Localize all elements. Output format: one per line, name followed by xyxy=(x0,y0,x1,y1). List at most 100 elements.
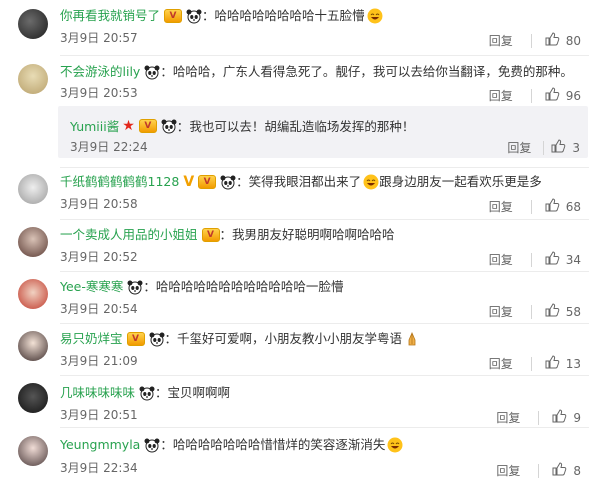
comment-item: Yee-寒寒寒 ： 哈哈哈哈哈哈哈哈哈哈哈哈一脸懵 3月9日 20:54 回复 … xyxy=(0,272,597,324)
reply-button[interactable]: 回复 xyxy=(489,305,513,319)
panda-badge-icon xyxy=(220,174,236,190)
like-button[interactable] xyxy=(544,197,560,216)
like-button[interactable] xyxy=(551,461,567,480)
sub-reply-username[interactable]: Yumiii酱 xyxy=(70,116,119,135)
comment-colon: ： xyxy=(160,437,173,452)
panda-badge-icon xyxy=(149,331,165,347)
comment-item: 不会游泳的lily ： 哈哈哈，广东人看得急死了。靓仔，我可以去给你当翻译，免费… xyxy=(0,56,597,168)
vip-badge-icon: V xyxy=(138,118,157,133)
panda-badge-icon xyxy=(127,279,143,295)
comment-colon: ： xyxy=(202,8,215,23)
comment-text: 哈哈哈哈哈哈哈哈十五脸懵 xyxy=(214,8,365,23)
comment-date: 3月9日 20:54 xyxy=(60,302,138,316)
like-count: 9 xyxy=(573,410,581,425)
comment-colon: ： xyxy=(155,385,168,400)
sub-reply-text: 我也可以去！胡编乱造临场发挥的那种！ xyxy=(189,119,415,134)
reply-button[interactable]: 回复 xyxy=(489,89,513,103)
username[interactable]: 千纸鹤鹤鹤鹤鹤1128 xyxy=(60,174,179,190)
comment-text: 哈哈哈，广东人看得急死了。靓仔，我可以去给你当翻译，免费的那种。 xyxy=(172,64,573,79)
comment-colon: ： xyxy=(164,331,178,346)
reply-button[interactable]: 回复 xyxy=(489,200,513,214)
comment-date: 3月9日 20:58 xyxy=(60,197,138,211)
vip-badge-icon: V xyxy=(201,228,220,242)
like-count: 34 xyxy=(565,252,581,267)
action-divider xyxy=(530,199,532,214)
action-divider xyxy=(543,140,545,155)
comment-text: 千玺好可爱啊，小朋友教小小朋友学粤语 xyxy=(177,331,403,346)
vip-badge-icon: V xyxy=(198,175,217,189)
comment-item: 你再看我就销号了 V ： 哈哈哈哈哈哈哈哈十五脸懵 3月9日 20:57 回复 … xyxy=(0,0,597,56)
comment-colon: ： xyxy=(219,227,233,242)
action-divider xyxy=(538,463,540,478)
comment-item: 千纸鹤鹤鹤鹤鹤1128 V V ： 笑得我眼泪都出来了 跟身边朋友一起看欢乐更是… xyxy=(0,168,597,220)
username[interactable]: 你再看我就销号了 xyxy=(60,8,160,24)
like-button[interactable] xyxy=(544,354,560,373)
like-button[interactable] xyxy=(544,302,560,321)
like-count: 8 xyxy=(573,463,581,478)
panda-badge-icon xyxy=(144,64,160,80)
comment-text: 笑得我眼泪都出来了 xyxy=(248,174,362,189)
reply-button[interactable]: 回复 xyxy=(489,253,513,267)
reply-button[interactable]: 回复 xyxy=(496,411,520,425)
comment-text: 哈哈哈哈哈哈哈哈哈哈哈哈一脸懵 xyxy=(155,279,344,294)
laugh-emoji-icon xyxy=(363,174,379,190)
avatar[interactable] xyxy=(18,174,48,204)
reply-button[interactable]: 回复 xyxy=(489,34,513,48)
action-divider xyxy=(530,33,532,48)
username[interactable]: 不会游泳的lily xyxy=(60,64,140,80)
comment-date: 3月9日 20:52 xyxy=(60,250,138,264)
username[interactable]: 易只奶烊宝 xyxy=(60,331,123,347)
action-divider xyxy=(530,304,532,319)
username[interactable]: 几味味味味味 xyxy=(60,385,135,401)
vip-badge-icon: V xyxy=(164,9,183,23)
sub-reply-box: Yumiii酱 ★ V ： 我也可以去！胡编乱造临场发挥的那种！ 3月9日 22… xyxy=(58,106,588,158)
laugh-emoji-icon xyxy=(387,437,403,453)
comment-colon: ： xyxy=(236,174,249,189)
vip-badge-icon: V xyxy=(126,332,145,346)
like-button[interactable] xyxy=(544,250,560,269)
comment-text: 我男朋友好聪明啊哈啊哈哈哈 xyxy=(232,227,395,242)
comment-text: 宝贝啊啊啊 xyxy=(167,385,231,400)
pray-emoji-icon xyxy=(404,331,420,347)
reply-button[interactable]: 回复 xyxy=(496,464,520,478)
verified-v-icon: V xyxy=(183,174,195,190)
action-divider xyxy=(538,410,540,425)
like-button[interactable] xyxy=(544,31,560,50)
laugh-emoji-icon xyxy=(367,8,383,24)
comment-item: 几味味味味味 ： 宝贝啊啊啊 3月9日 20:51 回复 9 xyxy=(0,376,597,428)
comment-colon: ： xyxy=(176,119,190,134)
like-count: 58 xyxy=(565,304,581,319)
avatar[interactable] xyxy=(18,383,48,413)
comment-date: 3月9日 20:53 xyxy=(60,86,138,100)
username[interactable]: Yeungmmyla xyxy=(60,437,140,453)
username[interactable]: 一个卖成人用品的小姐姐 xyxy=(60,227,198,243)
comment-date: 3月9日 21:09 xyxy=(60,354,138,368)
comment-colon: ： xyxy=(143,279,156,294)
avatar[interactable] xyxy=(18,279,48,309)
comment-colon: ： xyxy=(160,64,173,79)
username[interactable]: Yee-寒寒寒 xyxy=(60,279,123,295)
avatar[interactable] xyxy=(18,64,48,94)
avatar[interactable] xyxy=(18,9,48,39)
avatar[interactable] xyxy=(18,436,48,466)
action-divider xyxy=(530,88,532,103)
sub-reply-date: 3月9日 22:24 xyxy=(70,140,148,154)
comment-date: 3月9日 22:34 xyxy=(60,461,138,475)
avatar[interactable] xyxy=(18,331,48,361)
like-count: 80 xyxy=(565,33,581,48)
like-button[interactable] xyxy=(551,408,567,427)
like-button[interactable] xyxy=(544,86,560,105)
comment-item: 一个卖成人用品的小姐姐 V ： 我男朋友好聪明啊哈啊哈哈哈 3月9日 20:52… xyxy=(0,220,597,272)
comment-date: 3月9日 20:51 xyxy=(60,408,138,422)
like-count: 96 xyxy=(565,88,581,103)
avatar[interactable] xyxy=(18,227,48,257)
panda-badge-icon xyxy=(161,118,177,134)
star-badge-icon: ★ xyxy=(122,117,135,134)
like-button[interactable] xyxy=(550,138,566,157)
panda-badge-icon xyxy=(186,8,202,24)
reply-button[interactable]: 回复 xyxy=(507,139,531,156)
panda-badge-icon xyxy=(144,437,160,453)
like-count: 3 xyxy=(572,140,580,155)
comment-item: 易只奶烊宝 V ： 千玺好可爱啊，小朋友教小小朋友学粤语 3月9日 21:09 … xyxy=(0,324,597,376)
reply-button[interactable]: 回复 xyxy=(489,357,513,371)
